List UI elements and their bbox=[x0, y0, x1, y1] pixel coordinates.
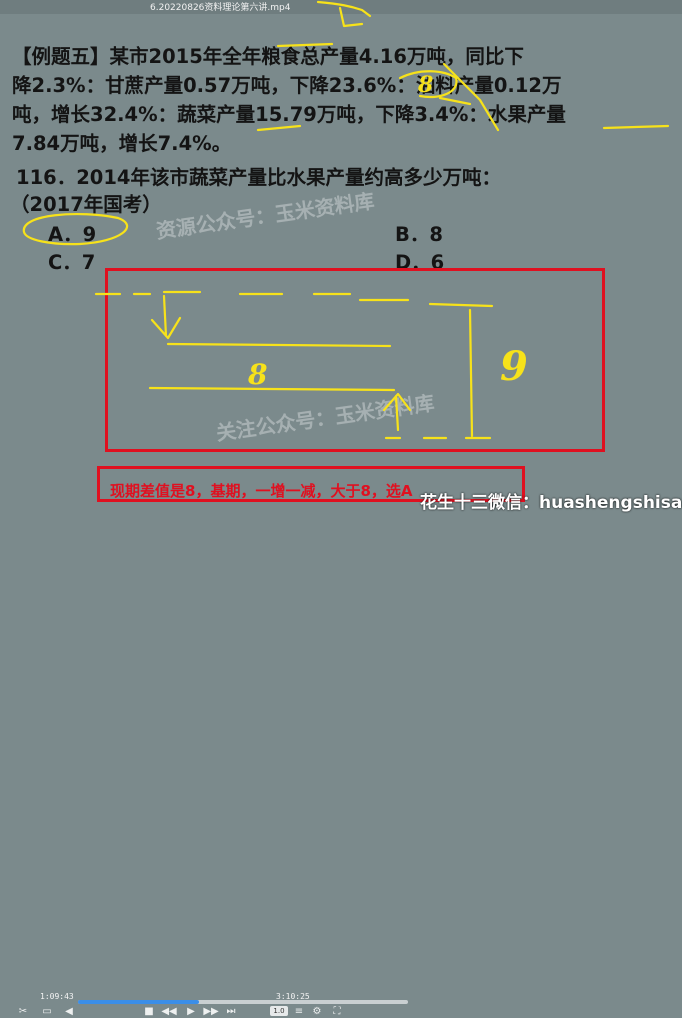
pen-stroke bbox=[438, 96, 472, 106]
prev-icon[interactable]: ◀◀ bbox=[161, 1004, 176, 1018]
handwritten-digit: 8 bbox=[247, 358, 267, 391]
next-icon[interactable]: ▶▶ bbox=[203, 1004, 218, 1018]
pen-stroke bbox=[150, 294, 182, 340]
pen-stroke bbox=[22, 213, 129, 246]
handwritten-digit: 9 bbox=[500, 343, 528, 390]
screen-icon[interactable]: ▭ bbox=[40, 1004, 54, 1018]
skip-end-icon[interactable]: ⏭ bbox=[224, 1004, 238, 1018]
pen-stroke bbox=[468, 308, 474, 438]
video-player-controls: 1:09:43 3:10:25 ✂ ▭ ◀ ■ ◀◀ ▶ ▶▶ ⏭ 1.0 ≡ … bbox=[0, 494, 682, 1017]
pen-stroke bbox=[382, 392, 412, 432]
pen-stroke bbox=[256, 124, 302, 132]
progress-fill bbox=[78, 1000, 199, 1004]
pen-stroke bbox=[338, 6, 364, 28]
scissors-icon[interactable]: ✂ bbox=[16, 1004, 30, 1018]
fullscreen-icon[interactable]: ⛶ bbox=[330, 1004, 344, 1018]
settings-icon[interactable]: ⚙ bbox=[310, 1004, 324, 1018]
speed-button[interactable]: 1.0 bbox=[270, 1006, 288, 1016]
pen-stroke bbox=[94, 290, 202, 296]
play-icon[interactable]: ▶ bbox=[184, 1004, 198, 1018]
pen-stroke bbox=[428, 302, 494, 308]
pen-stroke bbox=[442, 62, 500, 132]
progress-bar[interactable] bbox=[78, 1000, 408, 1004]
volume-icon[interactable]: ◀ bbox=[62, 1004, 76, 1018]
pen-stroke bbox=[148, 386, 396, 392]
current-time: 1:09:43 bbox=[40, 992, 74, 1001]
pen-stroke bbox=[276, 42, 334, 48]
handwritten-digit: 8 bbox=[417, 72, 433, 98]
pen-stroke bbox=[602, 124, 670, 130]
pen-stroke bbox=[166, 342, 392, 348]
playlist-icon[interactable]: ≡ bbox=[292, 1004, 306, 1018]
stop-icon[interactable]: ■ bbox=[142, 1004, 156, 1018]
handwritten-annotations: 8 9 8 bbox=[22, 0, 670, 440]
pen-stroke bbox=[316, 0, 372, 18]
